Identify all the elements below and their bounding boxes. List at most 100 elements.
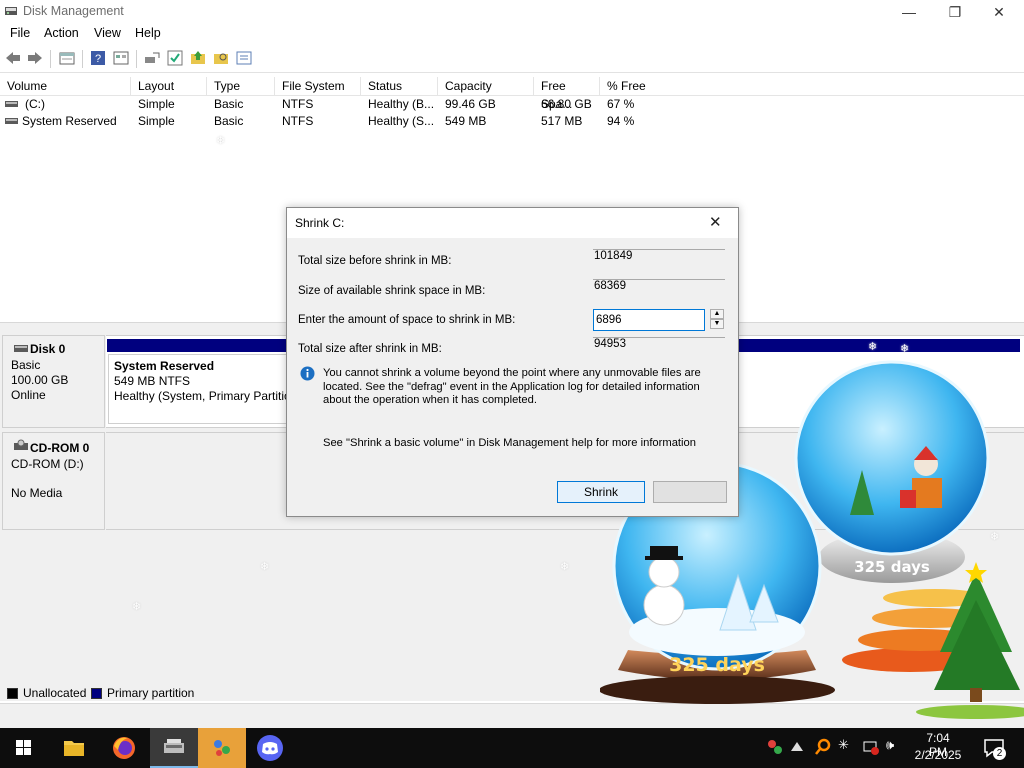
cdrom-0-label[interactable]: CD-ROM 0 CD-ROM (D:) No Media — [2, 432, 105, 530]
firefox-icon[interactable] — [100, 728, 148, 768]
cdrom-name: CD-ROM 0 — [30, 441, 90, 455]
drive-icon — [5, 101, 18, 107]
tray-app-icon[interactable] — [766, 738, 784, 756]
shrink-button[interactable]: Shrink — [557, 481, 645, 503]
disk-management-app-icon — [5, 7, 17, 15]
cell-capacity: 99.46 GB — [445, 97, 496, 111]
cell-layout: Simple — [138, 97, 175, 111]
value-available-shrink: 68369 — [593, 279, 725, 299]
cancel-button[interactable] — [653, 481, 727, 503]
label-available-shrink: Size of available shrink space in MB: — [298, 285, 486, 297]
minimize-button[interactable]: — — [886, 0, 932, 24]
menu-file[interactable]: File — [10, 26, 30, 40]
notification-center-button[interactable]: 2 — [982, 736, 1006, 760]
close-button[interactable]: ✕ — [976, 0, 1022, 24]
column-free-space[interactable]: Free Spa... — [534, 77, 600, 111]
spin-up-button[interactable]: ▲ — [710, 309, 724, 319]
help-icon[interactable]: ? — [89, 49, 107, 67]
back-icon[interactable] — [4, 49, 22, 67]
details-icon[interactable] — [235, 49, 253, 67]
network-app-task[interactable] — [198, 728, 246, 768]
title-bar: Disk Management — ❐ ✕ — [0, 0, 1024, 24]
volume-icon[interactable]: 🕪 — [886, 737, 894, 753]
legend-primary-partition: Primary partition — [107, 686, 195, 700]
clock-date[interactable]: 2/2/2025 — [914, 748, 962, 762]
cdrom-state: No Media — [11, 486, 63, 500]
label-amount-to-shrink: Enter the amount of space to shrink in M… — [298, 314, 516, 326]
table-row[interactable]: (C:) Simple Basic NTFS Healthy (B... 99.… — [0, 96, 1024, 113]
svg-text:?: ? — [95, 53, 101, 65]
partition-system-reserved[interactable]: System Reserved 549 MB NTFS Healthy (Sys… — [108, 354, 288, 424]
legend-swatch-primary — [91, 688, 102, 699]
menu-help[interactable]: Help — [135, 26, 161, 40]
table-row[interactable]: System Reserved Simple Basic NTFS Health… — [0, 113, 1024, 130]
toolbar-separator — [82, 50, 83, 68]
shrink-dialog: Shrink C: ✕ Total size before shrink in … — [286, 207, 739, 517]
label-total-after: Total size after shrink in MB: — [298, 343, 442, 355]
restore-button[interactable]: ❐ — [932, 0, 978, 24]
list-view-icon[interactable] — [112, 49, 130, 67]
label-total-before: Total size before shrink in MB: — [298, 255, 452, 267]
notification-count-badge: 2 — [993, 747, 1006, 760]
tray-search-icon[interactable] — [814, 738, 832, 756]
volume-list-header: Volume Layout Type File System Status Ca… — [0, 77, 1024, 111]
snowflake: ❄ — [260, 561, 270, 573]
cdrom-type: CD-ROM (D:) — [11, 457, 84, 471]
forward-icon[interactable] — [26, 49, 44, 67]
cell-percent-free: 94 % — [607, 114, 635, 128]
tray-cloud-icon[interactable] — [788, 738, 806, 756]
cell-file-system: NTFS — [282, 114, 314, 128]
network-app-icon — [214, 740, 230, 756]
cell-file-system: NTFS — [282, 97, 314, 111]
file-explorer-icon[interactable] — [50, 728, 98, 768]
toolbar: ? — [0, 46, 1024, 73]
network-icon[interactable] — [862, 738, 880, 756]
column-type[interactable]: Type — [207, 77, 275, 95]
cell-status: Healthy (B... — [368, 97, 435, 111]
snowflake: ❄ — [560, 561, 570, 573]
cell-layout: Simple — [138, 114, 175, 128]
column-volume[interactable]: Volume — [0, 77, 131, 95]
tray-snowflake-icon[interactable]: ✳ — [838, 737, 849, 753]
snowflake: ❄ — [216, 135, 226, 147]
column-capacity[interactable]: Capacity — [438, 77, 534, 95]
shrink-amount-input[interactable] — [593, 309, 705, 331]
info-icon — [300, 366, 315, 381]
disk-state: Online — [11, 388, 46, 402]
disk-size: 100.00 GB — [11, 373, 69, 387]
snowflake: ❄ — [900, 343, 910, 355]
menu-action[interactable]: Action — [44, 26, 79, 40]
toolbar-separator — [136, 50, 137, 68]
cell-free-space: 517 MB — [541, 114, 583, 128]
dialog-title: Shrink C: — [295, 216, 345, 230]
cdrom-icon — [14, 439, 28, 450]
properties-icon[interactable] — [58, 49, 76, 67]
connect-icon[interactable] — [143, 49, 161, 67]
spin-down-button[interactable]: ▼ — [710, 319, 724, 329]
value-total-after: 94953 — [593, 337, 725, 357]
cell-free-space: 66.80 GB — [541, 97, 592, 111]
dialog-title-bar — [287, 208, 738, 238]
disk-0-label[interactable]: Disk 0 Basic 100.00 GB Online — [2, 335, 105, 428]
discord-icon[interactable] — [246, 728, 294, 768]
snowflake: ❄ — [132, 601, 142, 613]
column-file-system[interactable]: File System — [275, 77, 361, 95]
check-icon[interactable] — [166, 49, 184, 67]
help-link-text[interactable]: See "Shrink a basic volume" in Disk Mana… — [323, 437, 696, 449]
column-layout[interactable]: Layout — [131, 77, 207, 95]
partition-name: System Reserved — [114, 359, 215, 373]
cell-percent-free: 67 % — [607, 97, 635, 111]
window-title: Disk Management — [23, 4, 124, 18]
folder-up-icon[interactable] — [189, 49, 207, 67]
globe-caption-left: 325 days — [669, 654, 765, 676]
column-status[interactable]: Status — [361, 77, 438, 95]
column-percent-free[interactable]: % Free — [600, 77, 1024, 95]
windows-start-icon[interactable] — [0, 728, 48, 768]
disk-management-task[interactable] — [150, 728, 198, 768]
dialog-close-button[interactable]: ✕ — [709, 213, 722, 231]
folder-search-icon[interactable] — [212, 49, 230, 67]
menu-view[interactable]: View — [94, 26, 121, 40]
snowflake: ❄ — [868, 341, 878, 353]
cell-capacity: 549 MB — [445, 114, 487, 128]
value-total-before: 101849 — [593, 249, 725, 269]
